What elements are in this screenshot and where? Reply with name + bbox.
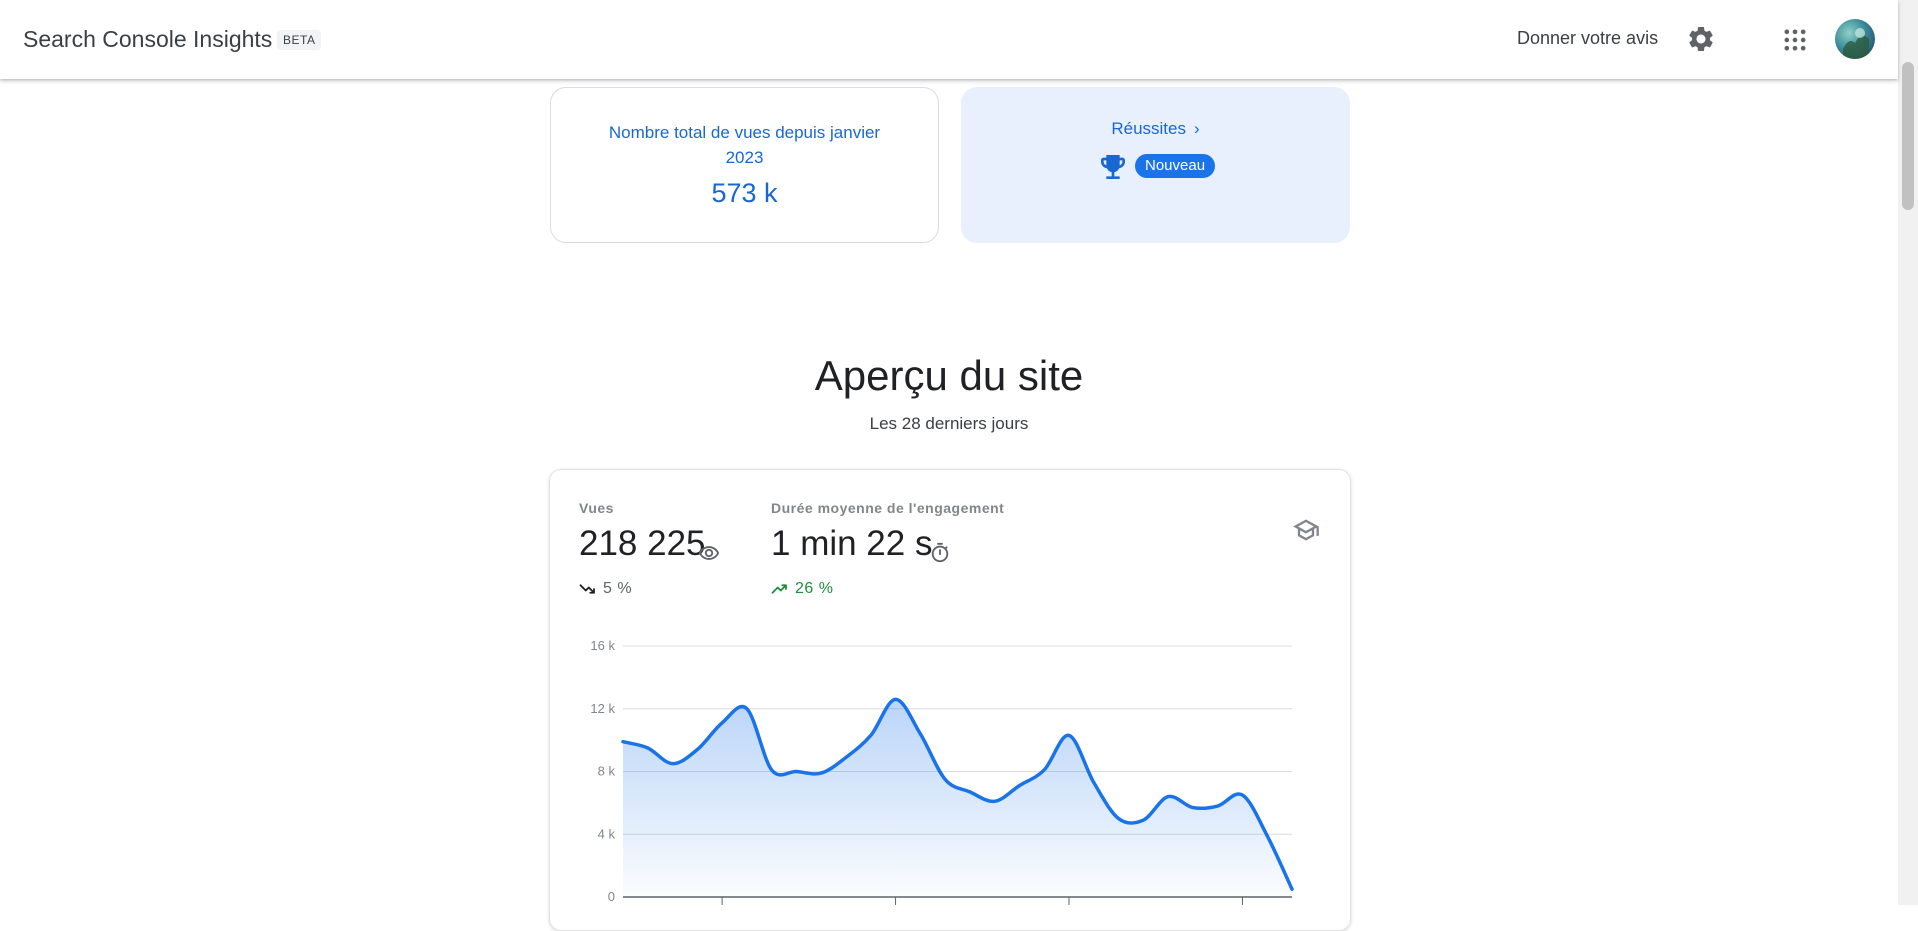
- beta-badge: BETA: [277, 30, 322, 50]
- trophy-icon: [1101, 155, 1125, 179]
- school-icon[interactable]: [1290, 516, 1322, 544]
- data-point: [1234, 787, 1250, 803]
- top-app-bar: Search Console Insights BETA Donner votr…: [0, 0, 1898, 79]
- data-point: [1011, 778, 1027, 794]
- feedback-link[interactable]: Donner votre avis: [1517, 28, 1658, 49]
- eye-icon: [698, 546, 720, 560]
- data-point: [714, 715, 730, 731]
- data-point: [1160, 789, 1176, 805]
- data-point: [689, 742, 705, 758]
- data-point: [1086, 774, 1102, 790]
- data-point: [739, 701, 755, 717]
- timer-icon: [931, 542, 949, 563]
- data-point: [1111, 811, 1127, 827]
- y-tick-label: 8 k: [598, 764, 616, 779]
- achievements-title[interactable]: Réussites ›: [961, 119, 1350, 139]
- y-tick-label: 4 k: [598, 826, 616, 841]
- data-point: [1185, 800, 1201, 816]
- vertical-scrollbar[interactable]: [1898, 0, 1918, 905]
- data-point: [1210, 798, 1226, 814]
- data-point: [764, 762, 780, 778]
- app-title[interactable]: Search Console Insights: [23, 26, 272, 53]
- data-point: [962, 784, 978, 800]
- page-title: Aperçu du site: [814, 352, 1084, 399]
- data-point: [615, 734, 631, 750]
- total-views-value: 573 k: [711, 178, 778, 208]
- data-point: [838, 749, 854, 765]
- data-point: [1135, 812, 1151, 828]
- achievements-card[interactable]: Réussites › Nouveau: [961, 87, 1350, 243]
- views-change: 5 %: [603, 580, 633, 597]
- trending-down-icon: [579, 584, 595, 594]
- new-badge: Nouveau: [1135, 154, 1216, 178]
- engagement-change: 26 %: [795, 580, 834, 597]
- data-point: [863, 727, 879, 743]
- page-subtitle: Les 28 derniers jours: [869, 414, 1029, 433]
- chevron-right-icon: ›: [1193, 119, 1200, 138]
- data-point: [813, 765, 829, 781]
- engagement-label: Durée moyenne de l'engagement: [771, 500, 1005, 516]
- account-avatar[interactable]: [1835, 19, 1875, 59]
- data-point: [937, 771, 953, 787]
- data-point: [1284, 881, 1300, 897]
- avatar-image: [1843, 28, 1869, 59]
- data-point: [1036, 762, 1052, 778]
- y-tick-label: 0: [608, 889, 615, 904]
- achievements-label: Réussites: [1111, 119, 1186, 138]
- scrollbar-thumb[interactable]: [1902, 62, 1914, 210]
- engagement-value: 1 min 22 s: [771, 524, 933, 563]
- total-views-card: Nombre total de vues depuis janvier 2023…: [550, 87, 939, 243]
- data-point: [987, 793, 1003, 809]
- data-point: [788, 764, 804, 780]
- data-point: [912, 726, 928, 742]
- data-point: [888, 691, 904, 707]
- y-tick-label: 12 k: [590, 701, 615, 716]
- views-chart: 16 k 12 k 8 k 4 k 0: [590, 638, 1300, 905]
- views-value: 218 225: [579, 524, 706, 563]
- trending-up-icon: [771, 584, 787, 594]
- data-point: [665, 756, 681, 772]
- y-tick-label: 16 k: [590, 638, 615, 653]
- data-point: [1061, 727, 1077, 743]
- apps-grid-icon[interactable]: [1781, 26, 1809, 54]
- data-point: [640, 740, 656, 756]
- total-views-label: Nombre total de vues depuis janvier 2023: [608, 123, 881, 167]
- views-label: Vues: [579, 500, 614, 516]
- gear-icon[interactable]: [1686, 24, 1716, 54]
- data-point: [1259, 828, 1275, 844]
